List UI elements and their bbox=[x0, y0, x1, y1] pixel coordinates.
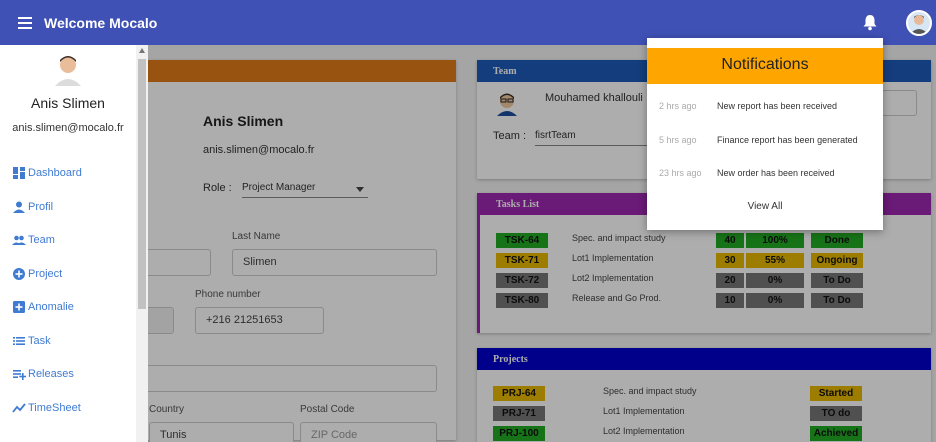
scrollbar-thumb[interactable] bbox=[138, 59, 146, 309]
sidebar-item-label: Project bbox=[28, 268, 63, 280]
person-icon bbox=[13, 201, 25, 213]
bell-icon[interactable] bbox=[862, 14, 878, 31]
notification-item[interactable]: 5 hrs ago Finance report has been generat… bbox=[659, 135, 858, 145]
notification-text: New order has been received bbox=[717, 168, 835, 178]
sidebar-item-label: Task bbox=[28, 335, 51, 347]
add-circle-icon bbox=[13, 268, 25, 280]
app-title: Welcome Mocalo bbox=[44, 14, 158, 31]
sidebar-item-label: TimeSheet bbox=[28, 402, 81, 414]
sidebar-item-timesheet[interactable]: TimeSheet bbox=[12, 401, 81, 415]
user-avatar[interactable] bbox=[906, 10, 932, 36]
sidebar-item-label: Profil bbox=[28, 201, 54, 213]
sidebar-item-team[interactable]: Team bbox=[12, 233, 55, 247]
notification-time: 5 hrs ago bbox=[659, 135, 697, 145]
notification-text: New report has been received bbox=[717, 101, 838, 111]
list-icon bbox=[13, 337, 25, 345]
add-box-icon bbox=[13, 301, 25, 313]
sidebar-item-dashboard[interactable]: Dashboard bbox=[12, 166, 82, 180]
notifications-title: Notifications bbox=[647, 48, 883, 84]
scroll-up-icon[interactable] bbox=[139, 48, 145, 53]
sidebar-item-label: Releases bbox=[28, 368, 74, 380]
timeline-icon bbox=[12, 403, 26, 413]
sidebar-item-profil[interactable]: Profil bbox=[12, 200, 53, 214]
sidebar-scrollbar[interactable] bbox=[136, 45, 148, 442]
notification-time: 23 hrs ago bbox=[659, 168, 702, 178]
notification-item[interactable]: 2 hrs ago New report has been received bbox=[659, 101, 837, 111]
notification-text: Finance report has been generated bbox=[717, 135, 858, 145]
sidebar-user-name: Anis Slimen bbox=[31, 95, 105, 111]
sidebar-item-project[interactable]: Project bbox=[12, 267, 62, 281]
sidebar-user-email: anis.slimen@mocalo.fr bbox=[12, 122, 124, 134]
team-icon bbox=[12, 235, 26, 245]
view-all-link[interactable]: View All bbox=[647, 201, 883, 212]
playlist-add-icon bbox=[13, 370, 26, 380]
dashboard-icon bbox=[13, 167, 25, 179]
sidebar-item-releases[interactable]: Releases bbox=[12, 367, 74, 381]
menu-icon[interactable] bbox=[18, 15, 40, 31]
sidebar-item-anomalie[interactable]: Anomalie bbox=[12, 300, 74, 314]
notification-item[interactable]: 23 hrs ago New order has been received bbox=[659, 168, 835, 178]
notification-time: 2 hrs ago bbox=[659, 101, 697, 111]
sidebar-item-label: Team bbox=[28, 234, 55, 246]
sidebar-item-task[interactable]: Task bbox=[12, 334, 51, 348]
sidebar-item-label: Anomalie bbox=[28, 301, 74, 313]
notifications-panel: Notifications 2 hrs ago New report has be… bbox=[647, 38, 883, 230]
sidebar-avatar bbox=[55, 56, 81, 86]
sidebar: Anis Slimen anis.slimen@mocalo.fr Dashbo… bbox=[0, 45, 148, 442]
sidebar-item-label: Dashboard bbox=[28, 167, 82, 179]
